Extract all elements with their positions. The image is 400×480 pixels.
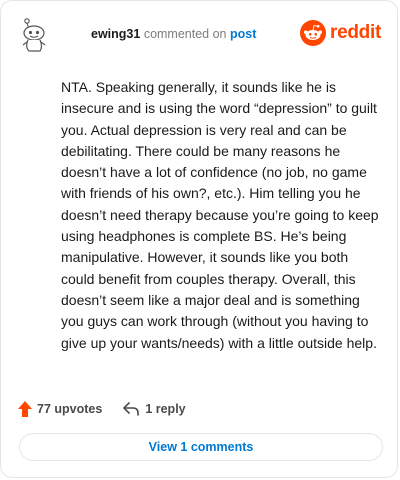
upvote-button[interactable]: 77 upvotes xyxy=(17,400,102,418)
comment-actions: 77 upvotes 1 reply xyxy=(17,399,381,419)
snoo-avatar-icon xyxy=(22,18,46,52)
reply-button[interactable]: 1 reply xyxy=(122,401,186,417)
comment-header: ewing31 commented on post reddit xyxy=(15,17,383,53)
comment-body: NTA. Speaking generally, it sounds like … xyxy=(61,79,379,351)
view-comments-button[interactable]: View 1 comments xyxy=(19,433,383,461)
comment-card: ewing31 commented on post reddit NTA. Sp… xyxy=(0,0,398,478)
reddit-wordmark: reddit xyxy=(330,22,381,43)
post-link[interactable]: post xyxy=(230,27,256,41)
username-link[interactable]: ewing31 xyxy=(91,27,140,41)
action-text: commented on xyxy=(143,27,227,41)
reply-arrow-icon xyxy=(123,402,140,416)
reddit-alien-icon xyxy=(300,20,327,46)
upvotes-count: 77 upvotes xyxy=(37,402,103,416)
reply-count: 1 reply xyxy=(145,402,186,416)
reddit-logo[interactable]: reddit xyxy=(300,19,381,47)
upvote-arrow-icon xyxy=(18,401,32,417)
comment-meta: ewing31 commented on post xyxy=(91,27,256,41)
